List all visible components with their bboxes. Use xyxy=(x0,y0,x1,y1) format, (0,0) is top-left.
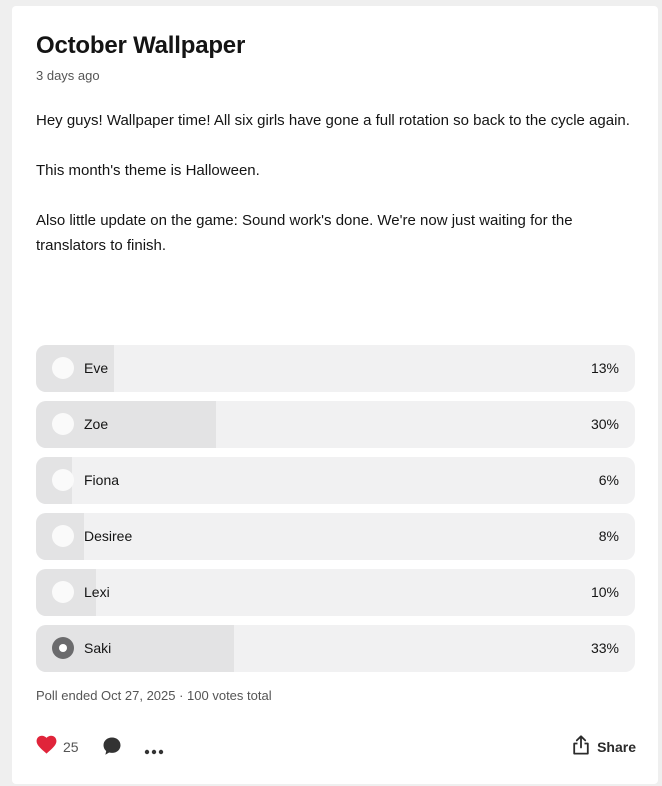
post-title: October Wallpaper xyxy=(36,32,246,59)
post-actions: 25 Share xyxy=(36,734,636,760)
poll-option-percent: 6% xyxy=(598,472,619,488)
share-button[interactable]: Share xyxy=(572,734,636,760)
poll-option-zoe[interactable]: Zoe 30% xyxy=(36,401,635,448)
poll-option-percent: 10% xyxy=(590,584,619,600)
poll-option-label: Fiona xyxy=(84,472,120,488)
poll-option-label: Eve xyxy=(84,360,109,376)
radio-button-selected[interactable] xyxy=(52,637,74,659)
radio-button[interactable] xyxy=(52,469,74,491)
post-timestamp: 3 days ago xyxy=(36,68,100,83)
heart-icon xyxy=(36,735,57,759)
poll-option-percent: 13% xyxy=(590,360,619,376)
like-count: 25 xyxy=(63,739,79,755)
more-options-button[interactable] xyxy=(144,743,164,761)
poll-option-fiona[interactable]: Fiona 6% xyxy=(36,457,635,504)
poll-option-label: Desiree xyxy=(84,528,133,544)
poll-option-percent: 30% xyxy=(590,416,619,432)
post-paragraph: This month's theme is Halloween. xyxy=(36,162,260,179)
poll-option-saki[interactable]: Saki 33% xyxy=(36,625,635,672)
poll-option-label: Zoe xyxy=(84,416,109,432)
ellipsis-icon xyxy=(144,743,164,760)
radio-button[interactable] xyxy=(52,581,74,603)
poll-option-desiree[interactable]: Desiree 8% xyxy=(36,513,635,560)
radio-button[interactable] xyxy=(52,525,74,547)
radio-button[interactable] xyxy=(52,413,74,435)
poll-footer: Poll ended Oct 27, 2025 · 100 votes tota… xyxy=(36,688,272,703)
like-button[interactable]: 25 xyxy=(36,734,79,760)
post-paragraph: Also little update on the game: Sound wo… xyxy=(36,212,573,254)
poll-option-percent: 33% xyxy=(590,640,619,656)
poll-option-lexi[interactable]: Lexi 10% xyxy=(36,569,635,616)
post-card: October Wallpaper 3 days ago Hey guys! W… xyxy=(12,6,658,784)
poll-option-label: Saki xyxy=(84,640,112,656)
poll: Eve 13% Zoe 30% Fiona 6% Desiree 8% Lexi… xyxy=(36,345,635,681)
share-upload-icon xyxy=(572,734,590,760)
radio-button[interactable] xyxy=(52,357,74,379)
speech-bubble-icon xyxy=(102,737,122,760)
poll-option-percent: 8% xyxy=(598,528,619,544)
poll-option-label: Lexi xyxy=(84,584,110,600)
comment-button[interactable] xyxy=(102,736,122,761)
post-paragraph: Hey guys! Wallpaper time! All six girls … xyxy=(36,112,630,129)
poll-option-eve[interactable]: Eve 13% xyxy=(36,345,635,392)
post-body: Hey guys! Wallpaper time! All six girls … xyxy=(36,108,636,283)
share-label: Share xyxy=(597,739,636,755)
